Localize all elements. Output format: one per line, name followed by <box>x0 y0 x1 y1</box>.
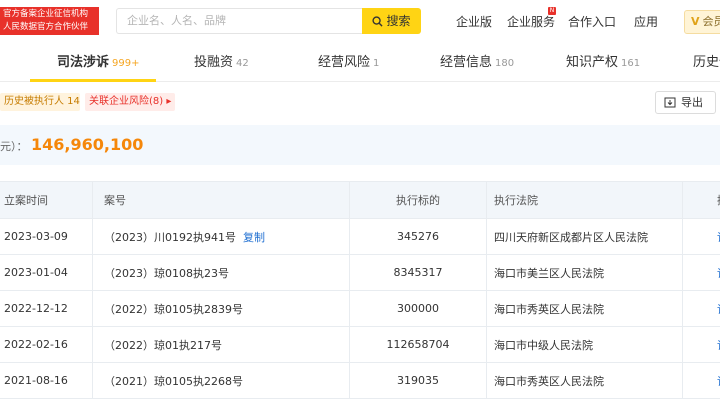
execution-table: 立案时间 案号 执行标的 执行法院 操作 2023-03-09 （2023）川0… <box>0 181 720 399</box>
detail-link[interactable]: 详情 <box>683 363 720 398</box>
section-tabs: 司法涉诉999+ 投融资42 经营风险1 经营信息180 知识产权161 历史信… <box>0 44 720 82</box>
nav-enterprise-services[interactable]: 企业服务 <box>507 13 555 30</box>
court-name: 海口市秀英区人民法院 <box>487 363 683 398</box>
tab-label: 司法涉诉 <box>57 55 110 70</box>
vip-button[interactable]: V 会员 <box>684 10 720 34</box>
filing-date: 2023-01-04 <box>0 255 93 290</box>
tab-ip[interactable]: 知识产权 161 <box>566 44 640 82</box>
execution-amount: 300000 <box>350 291 487 326</box>
case-number: （2022）琼01执217号 <box>93 327 350 362</box>
court-name: 海口市中级人民法院 <box>487 327 683 362</box>
export-button[interactable]: 导出 <box>655 91 716 114</box>
header-action: 操作 <box>683 182 720 218</box>
tab-count: 1 <box>373 58 380 69</box>
tab-investment[interactable]: 投融资 42 <box>194 44 249 82</box>
header-case-number: 案号 <box>93 182 350 218</box>
case-number: （2023）川0192执941号 复制 <box>93 219 350 254</box>
tab-count: 42 <box>236 58 249 69</box>
vip-label: 会员 <box>702 15 720 28</box>
tab-operational-risk[interactable]: 经营风险 1 <box>318 44 379 82</box>
summary-banner: 元）： 146,960,100 <box>0 125 720 165</box>
tab-history[interactable]: 历史信息 <box>693 44 720 82</box>
summary-total-value: 146,960,100 <box>31 135 144 154</box>
copy-link[interactable]: 复制 <box>243 229 265 245</box>
case-number-text: （2023）川0192执941号 <box>104 230 236 244</box>
case-number: （2023）琼0108执23号 <box>93 255 350 290</box>
filing-date: 2022-02-16 <box>0 327 93 362</box>
detail-link[interactable]: 详情 <box>683 291 720 326</box>
nav-apps[interactable]: 应用 <box>634 13 658 30</box>
court-name: 四川天府新区成都片区人民法院 <box>487 219 683 254</box>
tab-count: 161 <box>621 58 641 69</box>
history-executed-tag[interactable]: 历史被执行人 143 ▸ <box>0 93 80 111</box>
tab-count: 999+ <box>112 58 140 69</box>
detail-link[interactable]: 详情 <box>683 219 720 254</box>
table-row: 2021-08-16 （2021）琼0105执2268号 319035 海口市秀… <box>0 363 720 399</box>
logo-line-2: 人民数据官方合作伙伴 <box>3 22 89 32</box>
search-input[interactable]: 企业名、人名、品牌 <box>116 8 363 34</box>
tab-label: 投融资 <box>194 55 234 70</box>
header-filing-date: 立案时间 <box>0 182 93 218</box>
tab-label: 历史信息 <box>693 55 720 70</box>
tab-label: 知识产权 <box>566 55 619 70</box>
header-court: 执行法院 <box>487 182 683 218</box>
table-row: 2022-12-12 （2022）琼0105执2839号 300000 海口市秀… <box>0 291 720 327</box>
related-risk-tag[interactable]: 关联企业风险(8) ▸ <box>85 93 176 111</box>
filing-date: 2023-03-09 <box>0 219 93 254</box>
court-name: 海口市秀英区人民法院 <box>487 291 683 326</box>
summary-label: 元）： <box>0 140 28 153</box>
execution-amount: 319035 <box>350 363 487 398</box>
table-header-row: 立案时间 案号 执行标的 执行法院 操作 <box>0 182 720 219</box>
table-row: 2023-03-09 （2023）川0192执941号 复制 345276 四川天… <box>0 219 720 255</box>
active-tab-indicator <box>30 79 156 82</box>
nav-enterprise-edition[interactable]: 企业版 <box>456 13 492 30</box>
filing-date: 2022-12-12 <box>0 291 93 326</box>
case-number: （2021）琼0105执2268号 <box>93 363 350 398</box>
table-row: 2023-01-04 （2023）琼0108执23号 8345317 海口市美兰… <box>0 255 720 291</box>
tab-count: 180 <box>495 58 515 69</box>
execution-amount: 345276 <box>350 219 487 254</box>
new-badge-icon: N <box>548 7 556 15</box>
header-execution-amount: 执行标的 <box>350 182 487 218</box>
export-icon <box>664 97 676 108</box>
export-label: 导出 <box>681 96 703 109</box>
detail-link[interactable]: 详情 <box>683 255 720 290</box>
search-icon <box>372 16 384 27</box>
vip-icon: V <box>691 15 700 28</box>
tab-label: 经营信息 <box>440 55 493 70</box>
tab-label: 经营风险 <box>318 55 371 70</box>
detail-link[interactable]: 详情 <box>683 327 720 362</box>
tab-operational-info[interactable]: 经营信息 180 <box>440 44 514 82</box>
court-name: 海口市美兰区人民法院 <box>487 255 683 290</box>
case-number: （2022）琼0105执2839号 <box>93 291 350 326</box>
execution-amount: 8345317 <box>350 255 487 290</box>
execution-amount: 112658704 <box>350 327 487 362</box>
nav-partnership[interactable]: 合作入口 <box>568 13 616 30</box>
tab-judicial[interactable]: 司法涉诉 999+ <box>57 44 139 82</box>
search-button-label: 搜索 <box>386 14 411 28</box>
logo-badge[interactable]: 官方备案企业征信机构 人民数据官方合作伙伴 <box>0 7 99 35</box>
table-row: 2022-02-16 （2022）琼01执217号 112658704 海口市中… <box>0 327 720 363</box>
filing-date: 2021-08-16 <box>0 363 93 398</box>
logo-line-1: 官方备案企业征信机构 <box>3 9 89 19</box>
search-button[interactable]: 搜索 <box>362 8 421 34</box>
top-header: 官方备案企业征信机构 人民数据官方合作伙伴 企业名、人名、品牌 搜索 企业版 企… <box>0 0 720 44</box>
